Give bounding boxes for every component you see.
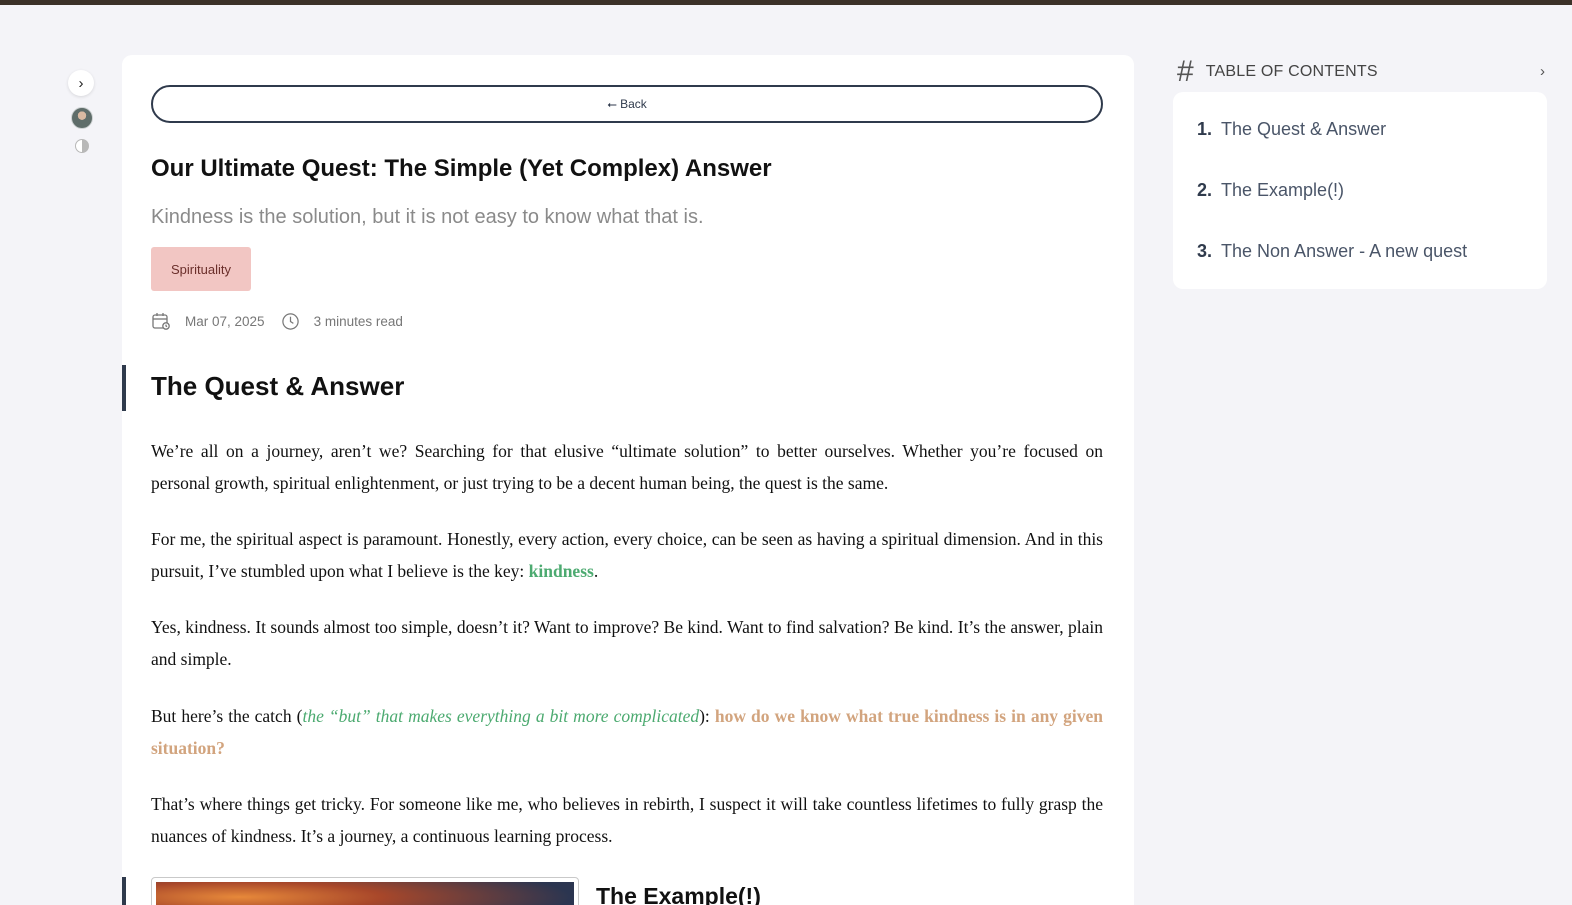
toc-item-number: 2. [1197, 180, 1213, 200]
highlight-kindness: kindness [528, 560, 594, 581]
section-marker [122, 365, 126, 411]
theme-toggle-icon[interactable] [75, 139, 89, 153]
image-content [156, 882, 574, 905]
section-marker [122, 877, 126, 905]
section-heading-quest: The Quest & Answer [151, 371, 405, 401]
sidebar-toggle-button[interactable]: › [68, 70, 94, 96]
paragraph-end: . [593, 560, 599, 581]
avatar[interactable] [71, 107, 93, 129]
publish-date: Mar 07, 2025 [185, 313, 265, 329]
toc-item-number: 3. [1197, 241, 1213, 261]
paragraph: For me, the spiritual aspect is paramoun… [151, 524, 1103, 587]
paragraph-text: For me, the spiritual aspect is paramoun… [151, 529, 1103, 581]
toc-item-number: 1. [1197, 119, 1213, 139]
aside-text: the “but” that makes everything a bit mo… [302, 706, 700, 726]
paragraph: That’s where things get tricky. For some… [151, 794, 1103, 846]
clock-icon [281, 312, 300, 331]
toc-item[interactable]: 2. The Example(!) [1197, 180, 1344, 201]
toc-header: # TABLE OF CONTENTS › [1177, 55, 1549, 89]
toc-title: TABLE OF CONTENTS [1205, 63, 1378, 80]
page-subtitle: Kindness is the solution, but it is not … [151, 206, 704, 228]
toc-item[interactable]: 1. The Quest & Answer [1197, 119, 1386, 140]
toc-item-label: The Non Answer - A new quest [1221, 241, 1468, 261]
top-accent-bar [0, 0, 1572, 5]
toc-item-label: The Quest & Answer [1221, 119, 1387, 139]
toc-item[interactable]: 3. The Non Answer - A new quest [1197, 241, 1467, 262]
category-tag[interactable]: Spirituality [151, 247, 251, 291]
paragraph-text: But here’s the catch ( [151, 706, 303, 726]
toc-item-label: The Example(!) [1221, 180, 1345, 200]
paragraph: But here’s the catch (the “but” that mak… [151, 701, 1103, 764]
page-title: Our Ultimate Quest: The Simple (Yet Comp… [151, 155, 772, 182]
calendar-icon [151, 311, 171, 331]
article-image [151, 877, 579, 905]
chevron-right-icon[interactable]: › [1540, 63, 1545, 80]
article-meta: Mar 07, 2025 3 minutes read [151, 311, 403, 331]
paragraph: We’re all on a journey, aren’t we? Searc… [151, 441, 1103, 493]
section-heading-example: The Example(!) [596, 883, 761, 905]
back-button[interactable]: ⭠ Back [151, 85, 1103, 123]
article-card: ⭠ Back Our Ultimate Quest: The Simple (Y… [122, 55, 1134, 905]
left-rail: › [68, 70, 96, 153]
hash-icon: # [1177, 55, 1194, 88]
paragraph: Yes, kindness. It sounds almost too simp… [151, 617, 1103, 669]
read-time: 3 minutes read [313, 313, 403, 329]
paragraph-text: ): [699, 706, 715, 726]
toc-list: 1. The Quest & Answer 2. The Example(!) … [1173, 92, 1547, 289]
